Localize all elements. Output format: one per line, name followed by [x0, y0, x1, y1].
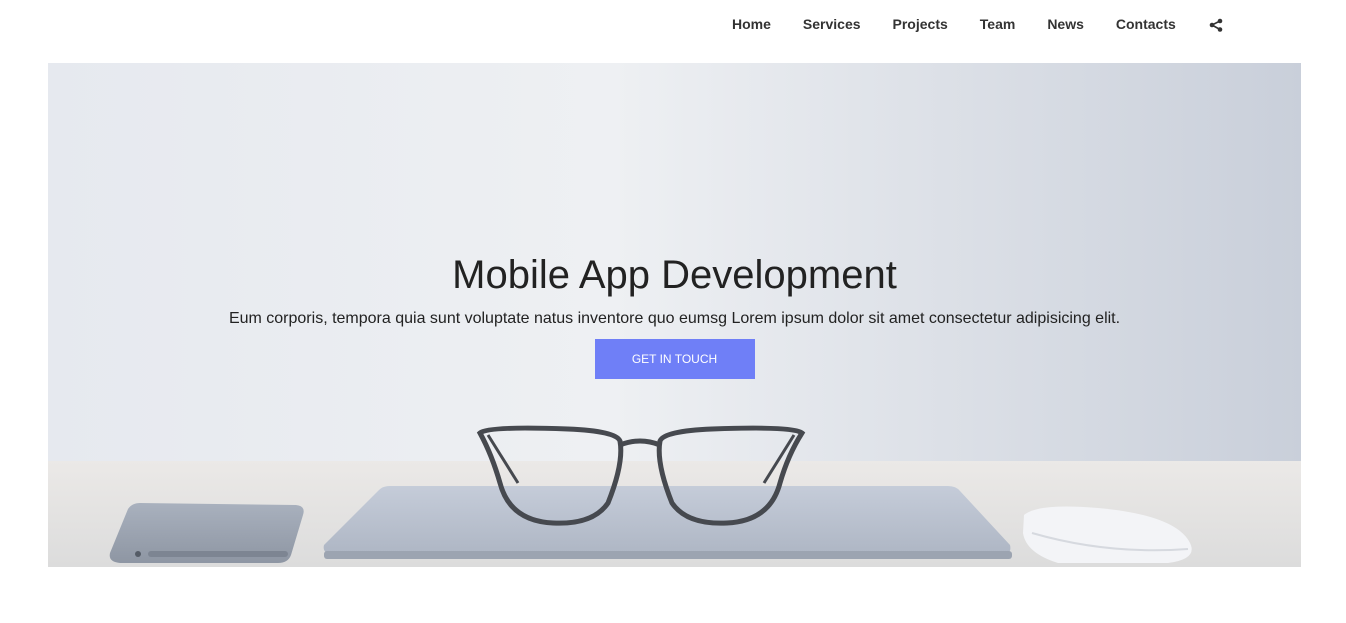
hero-banner: Mobile App Development Eum corporis, tem…	[48, 63, 1301, 567]
nav-link-news[interactable]: News	[1031, 16, 1100, 33]
hero-subtitle: Eum corporis, tempora quia sunt voluptat…	[228, 310, 1121, 327]
share-icon[interactable]	[1208, 16, 1224, 33]
nav-link-projects[interactable]: Projects	[877, 16, 964, 33]
hero-title: Mobile App Development	[452, 253, 897, 297]
navbar: Home Services Projects Team News Contact…	[0, 0, 1346, 50]
nav-link-team[interactable]: Team	[964, 16, 1032, 33]
get-in-touch-button[interactable]: GET IN TOUCH	[594, 339, 755, 379]
nav-link-services[interactable]: Services	[787, 16, 877, 33]
phone-illustration	[109, 503, 304, 563]
hero-content: Mobile App Development Eum corporis, tem…	[48, 251, 1301, 379]
nav-link-home[interactable]: Home	[716, 16, 787, 33]
nav-link-contacts[interactable]: Contacts	[1100, 16, 1192, 33]
main-nav: Home Services Projects Team News Contact…	[716, 16, 1224, 33]
